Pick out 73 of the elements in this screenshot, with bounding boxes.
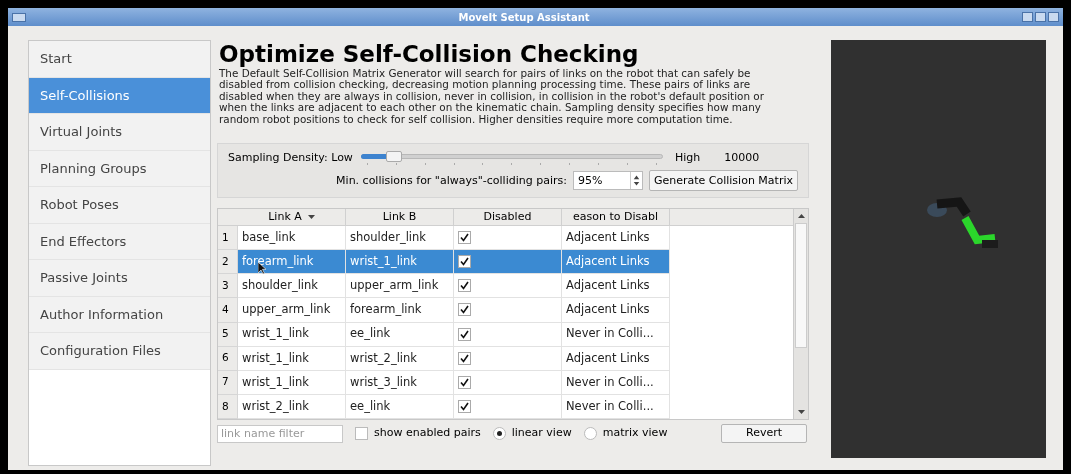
- sort-caret-icon: [307, 215, 315, 220]
- table-cell: upper_arm_link: [346, 274, 454, 299]
- table-cell: wrist_1_link: [346, 250, 454, 275]
- view-label: matrix view: [602, 425, 668, 442]
- column-header[interactable]: Link A: [238, 209, 346, 226]
- spin-arrows-icon[interactable]: [629, 172, 642, 190]
- row-number: 7: [218, 370, 238, 395]
- percent-spinbox[interactable]: 95%: [572, 171, 643, 191]
- scroll-up-icon[interactable]: [797, 214, 805, 219]
- table-cell: Adjacent Links: [562, 250, 670, 275]
- column-header[interactable]: Disabled: [454, 209, 562, 226]
- sidebar-item[interactable]: Author Information: [29, 296, 210, 333]
- description-text: The Default Self-Collision Matrix Generator will search for pairs of links on the robot that can safely be disabled from collision checking, decreasing motion planning processing time. These pairs of links are disabled when they are always in collision, never in collision, in collision in the robot's default position or when the links are adjacent to each other on the kinematic chain. Sampling density specifies how many random robot positions to check for self collision. Higher densities require more computation time.: [218, 68, 765, 126]
- table-cell: Adjacent Links: [562, 298, 670, 323]
- view-label: linear view: [511, 425, 572, 442]
- min-collisions-label: Min. collisions for "always"-colliding pairs:: [336, 172, 567, 189]
- check-icon: [460, 401, 469, 411]
- density-slider[interactable]: [360, 151, 663, 166]
- sidebar-item[interactable]: End Effectors: [29, 223, 210, 260]
- table-cell: upper_arm_link: [238, 298, 346, 323]
- sidebar-item[interactable]: Virtual Joints: [29, 114, 210, 151]
- density-value: 10000: [724, 149, 760, 166]
- check-icon: [460, 353, 469, 363]
- scroll-down-icon[interactable]: [797, 410, 805, 415]
- table-cell: Never in Colli...: [562, 322, 670, 347]
- filter-field[interactable]: link name filter: [217, 424, 343, 443]
- revert-button[interactable]: Revert: [721, 424, 807, 444]
- table-cell: Never in Colli...: [562, 370, 670, 395]
- table-cell: ee_link: [346, 394, 454, 420]
- row-number: 6: [218, 346, 238, 371]
- row-number: 2: [218, 250, 238, 275]
- row-number: 4: [218, 298, 238, 323]
- window-title: MoveIt Setup Assistant: [458, 10, 590, 25]
- check-icon: [460, 329, 469, 339]
- sidebar-item[interactable]: Passive Joints: [29, 260, 210, 297]
- scroll-thumb[interactable]: [795, 223, 807, 349]
- sampling-density-label: Sampling Density: Low: [228, 149, 353, 166]
- table-cell: wrist_2_link: [346, 346, 454, 371]
- view-radio[interactable]: [583, 427, 597, 441]
- show-enabled-checkbox[interactable]: [355, 427, 368, 441]
- check-icon: [460, 377, 469, 387]
- row-number: 5: [218, 322, 238, 347]
- row-number: 3: [218, 274, 238, 299]
- column-header[interactable]: Link B: [346, 209, 454, 226]
- table-cell: wrist_1_link: [238, 322, 346, 347]
- generate-button[interactable]: Generate Collision Matrix: [648, 170, 798, 192]
- page-heading: Optimize Self-Collision Checking: [218, 40, 640, 68]
- high-label: High: [674, 149, 701, 166]
- table-cell: wrist_2_link: [238, 394, 346, 420]
- table-cell: shoulder_link: [238, 274, 346, 299]
- sidebar-item[interactable]: Start: [29, 41, 210, 78]
- table-cell: ee_link: [346, 322, 454, 347]
- show-enabled-label: show enabled pairs: [374, 425, 481, 442]
- table-cell: Adjacent Links: [562, 346, 670, 371]
- table-cell: forearm_link: [238, 250, 346, 275]
- scrollbar[interactable]: [793, 209, 808, 420]
- sidebar-item[interactable]: Planning Groups: [29, 150, 210, 187]
- check-icon: [460, 281, 469, 291]
- row-number: 1: [218, 226, 238, 251]
- table-cell: wrist_3_link: [346, 370, 454, 395]
- sidebar-item[interactable]: Configuration Files: [29, 333, 210, 370]
- table-cell: Never in Colli...: [562, 394, 670, 420]
- table-cell: wrist_1_link: [238, 346, 346, 371]
- row-number: 8: [218, 394, 238, 420]
- table-cell: wrist_1_link: [238, 370, 346, 395]
- check-icon: [460, 233, 469, 243]
- table-cell: forearm_link: [346, 298, 454, 323]
- column-header[interactable]: eason to Disabl: [562, 209, 670, 226]
- view-radio[interactable]: [492, 427, 506, 441]
- check-icon: [460, 257, 469, 267]
- table-cell: Adjacent Links: [562, 274, 670, 299]
- check-icon: [460, 305, 469, 315]
- sidebar-item[interactable]: Robot Poses: [29, 187, 210, 224]
